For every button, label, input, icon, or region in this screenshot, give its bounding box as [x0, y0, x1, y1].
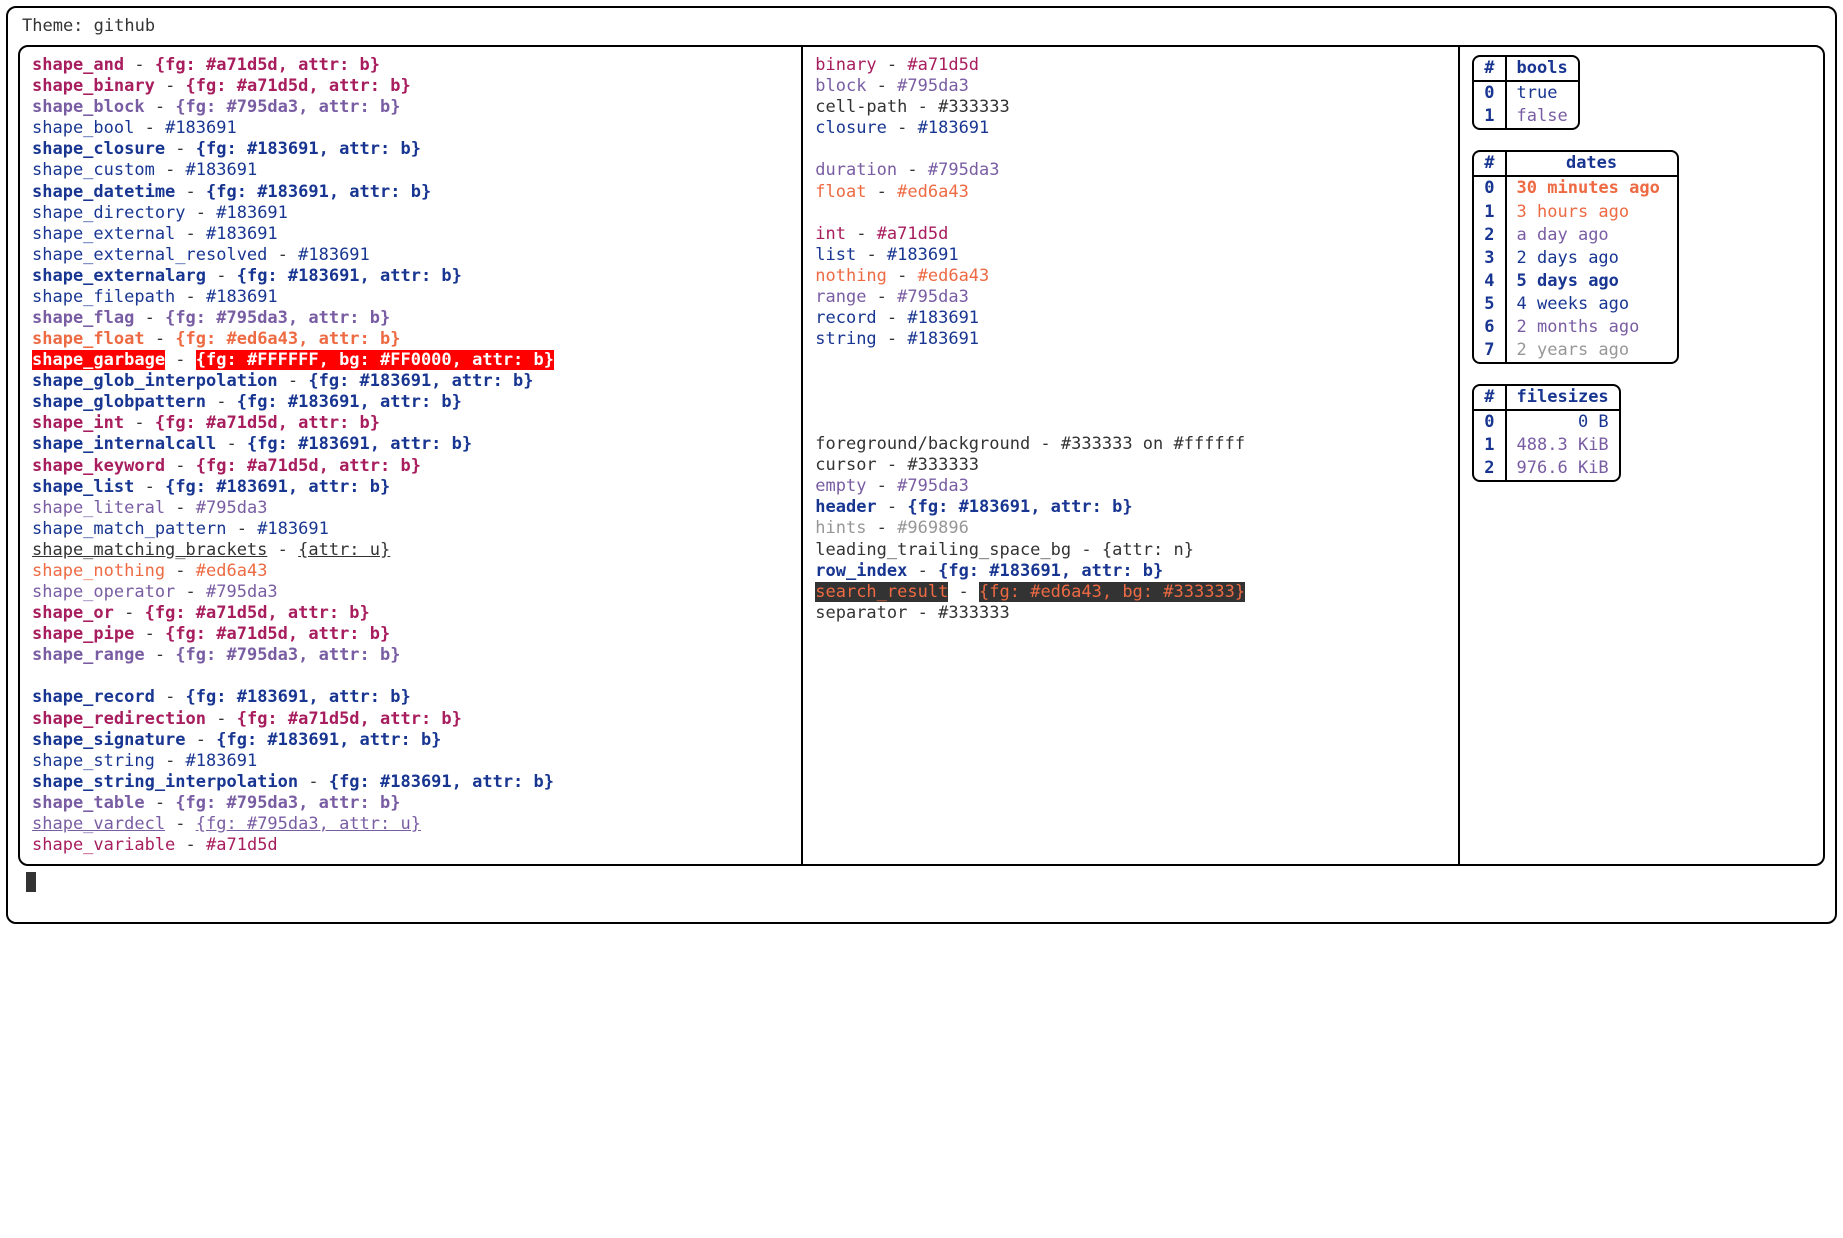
color-entry: shape_int - {fg: #a71d5d, attr: b}	[32, 413, 789, 434]
dates-table: # dates 030 minutes ago13 hours ago2a da…	[1472, 150, 1678, 364]
color-entry: cell-path - #333333	[815, 97, 1446, 118]
color-entry: shape_vardecl - {fg: #795da3, attr: u}	[32, 814, 789, 835]
color-entry: shape_redirection - {fg: #a71d5d, attr: …	[32, 709, 789, 730]
color-entry: shape_string_interpolation - {fg: #18369…	[32, 772, 789, 793]
terminal-window: Theme: github shape_and - {fg: #a71d5d, …	[6, 6, 1837, 924]
dates-idx-header: #	[1474, 152, 1505, 176]
table-row: 54 weeks ago	[1474, 293, 1676, 316]
filesizes-table: # filesizes 00 B1488.3 KiB2976.6 KiB	[1472, 384, 1620, 482]
color-entry: shape_directory - #183691	[32, 203, 789, 224]
color-entry: shape_range - {fg: #795da3, attr: b}	[32, 645, 789, 666]
table-row: 0true	[1474, 81, 1577, 105]
theme-preview-panel: shape_and - {fg: #a71d5d, attr: b}shape_…	[18, 45, 1825, 866]
color-entry: shape_list - {fg: #183691, attr: b}	[32, 477, 789, 498]
table-row: 1false	[1474, 105, 1577, 128]
color-entry: block - #795da3	[815, 76, 1446, 97]
bools-idx-header: #	[1474, 57, 1505, 81]
color-entry: shape_match_pattern - #183691	[32, 519, 789, 540]
color-entry: row_index - {fg: #183691, attr: b}	[815, 561, 1446, 582]
color-entry: shape_nothing - #ed6a43	[32, 561, 789, 582]
color-entry: shape_bool - #183691	[32, 118, 789, 139]
table-row: 72 years ago	[1474, 339, 1676, 362]
color-entry: empty - #795da3	[815, 476, 1446, 497]
table-row: 32 days ago	[1474, 247, 1676, 270]
tables-column: # bools 0true1false # dates 030 minutes …	[1460, 47, 1823, 864]
color-entry: shape_keyword - {fg: #a71d5d, attr: b}	[32, 456, 789, 477]
fs-idx-header: #	[1474, 386, 1505, 410]
color-entry: separator - #333333	[815, 603, 1446, 624]
color-entry: search_result - {fg: #ed6a43, bg: #33333…	[815, 582, 1446, 603]
bools-col-header: bools	[1506, 57, 1578, 81]
theme-title: Theme: github	[22, 16, 1825, 37]
color-entry: float - #ed6a43	[815, 182, 1446, 203]
color-entry: shape_internalcall - {fg: #183691, attr:…	[32, 434, 789, 455]
color-entry: shape_operator - #795da3	[32, 582, 789, 603]
color-entry: foreground/background - #333333 on #ffff…	[815, 434, 1446, 455]
dates-col-header: dates	[1506, 152, 1677, 176]
color-entry: shape_filepath - #183691	[32, 287, 789, 308]
color-entry: closure - #183691	[815, 118, 1446, 139]
table-row: 030 minutes ago	[1474, 176, 1676, 200]
color-entry: hints - #969896	[815, 518, 1446, 539]
color-entry: range - #795da3	[815, 287, 1446, 308]
cursor	[26, 872, 36, 892]
color-entry: shape_externalarg - {fg: #183691, attr: …	[32, 266, 789, 287]
table-row: 1488.3 KiB	[1474, 434, 1618, 457]
fs-col-header: filesizes	[1506, 386, 1619, 410]
color-entry: shape_external - #183691	[32, 224, 789, 245]
color-entry: shape_flag - {fg: #795da3, attr: b}	[32, 308, 789, 329]
color-entry: shape_variable - #a71d5d	[32, 835, 789, 856]
color-entry: shape_table - {fg: #795da3, attr: b}	[32, 793, 789, 814]
color-entry: shape_literal - #795da3	[32, 498, 789, 519]
color-entry: shape_globpattern - {fg: #183691, attr: …	[32, 392, 789, 413]
color-entry: leading_trailing_space_bg - {attr: n}	[815, 540, 1446, 561]
table-row: 2a day ago	[1474, 224, 1676, 247]
color-entry: string - #183691	[815, 329, 1446, 350]
color-entry: shape_record - {fg: #183691, attr: b}	[32, 687, 789, 708]
color-entry: shape_block - {fg: #795da3, attr: b}	[32, 97, 789, 118]
color-entry: shape_pipe - {fg: #a71d5d, attr: b}	[32, 624, 789, 645]
color-entry: shape_garbage - {fg: #FFFFFF, bg: #FF000…	[32, 350, 789, 371]
color-entry: cursor - #333333	[815, 455, 1446, 476]
misc-colors-group: foreground/background - #333333 on #ffff…	[815, 434, 1446, 624]
color-entry: list - #183691	[815, 245, 1446, 266]
color-entry: binary - #a71d5d	[815, 55, 1446, 76]
table-row: 45 days ago	[1474, 270, 1676, 293]
color-entry: int - #a71d5d	[815, 224, 1446, 245]
color-entry: shape_or - {fg: #a71d5d, attr: b}	[32, 603, 789, 624]
color-entry: shape_and - {fg: #a71d5d, attr: b}	[32, 55, 789, 76]
color-entry: shape_string - #183691	[32, 751, 789, 772]
bools-table: # bools 0true1false	[1472, 55, 1579, 130]
color-entry: shape_closure - {fg: #183691, attr: b}	[32, 139, 789, 160]
color-entry: shape_binary - {fg: #a71d5d, attr: b}	[32, 76, 789, 97]
table-row: 00 B	[1474, 410, 1618, 434]
color-entry: header - {fg: #183691, attr: b}	[815, 497, 1446, 518]
color-entry: nothing - #ed6a43	[815, 266, 1446, 287]
color-entry: shape_external_resolved - #183691	[32, 245, 789, 266]
color-entry: shape_custom - #183691	[32, 160, 789, 181]
shape-colors-column: shape_and - {fg: #a71d5d, attr: b}shape_…	[20, 47, 803, 864]
color-entry: shape_float - {fg: #ed6a43, attr: b}	[32, 329, 789, 350]
color-entry: duration - #795da3	[815, 160, 1446, 181]
color-entry: shape_glob_interpolation - {fg: #183691,…	[32, 371, 789, 392]
table-row: 13 hours ago	[1474, 201, 1676, 224]
color-entry: shape_datetime - {fg: #183691, attr: b}	[32, 182, 789, 203]
table-row: 62 months ago	[1474, 316, 1676, 339]
color-entry: shape_signature - {fg: #183691, attr: b}	[32, 730, 789, 751]
type-colors-column: binary - #a71d5dblock - #795da3cell-path…	[803, 47, 1460, 864]
table-row: 2976.6 KiB	[1474, 457, 1618, 480]
color-entry: record - #183691	[815, 308, 1446, 329]
color-entry: shape_matching_brackets - {attr: u}	[32, 540, 789, 561]
type-colors-group: binary - #a71d5dblock - #795da3cell-path…	[815, 55, 1446, 350]
